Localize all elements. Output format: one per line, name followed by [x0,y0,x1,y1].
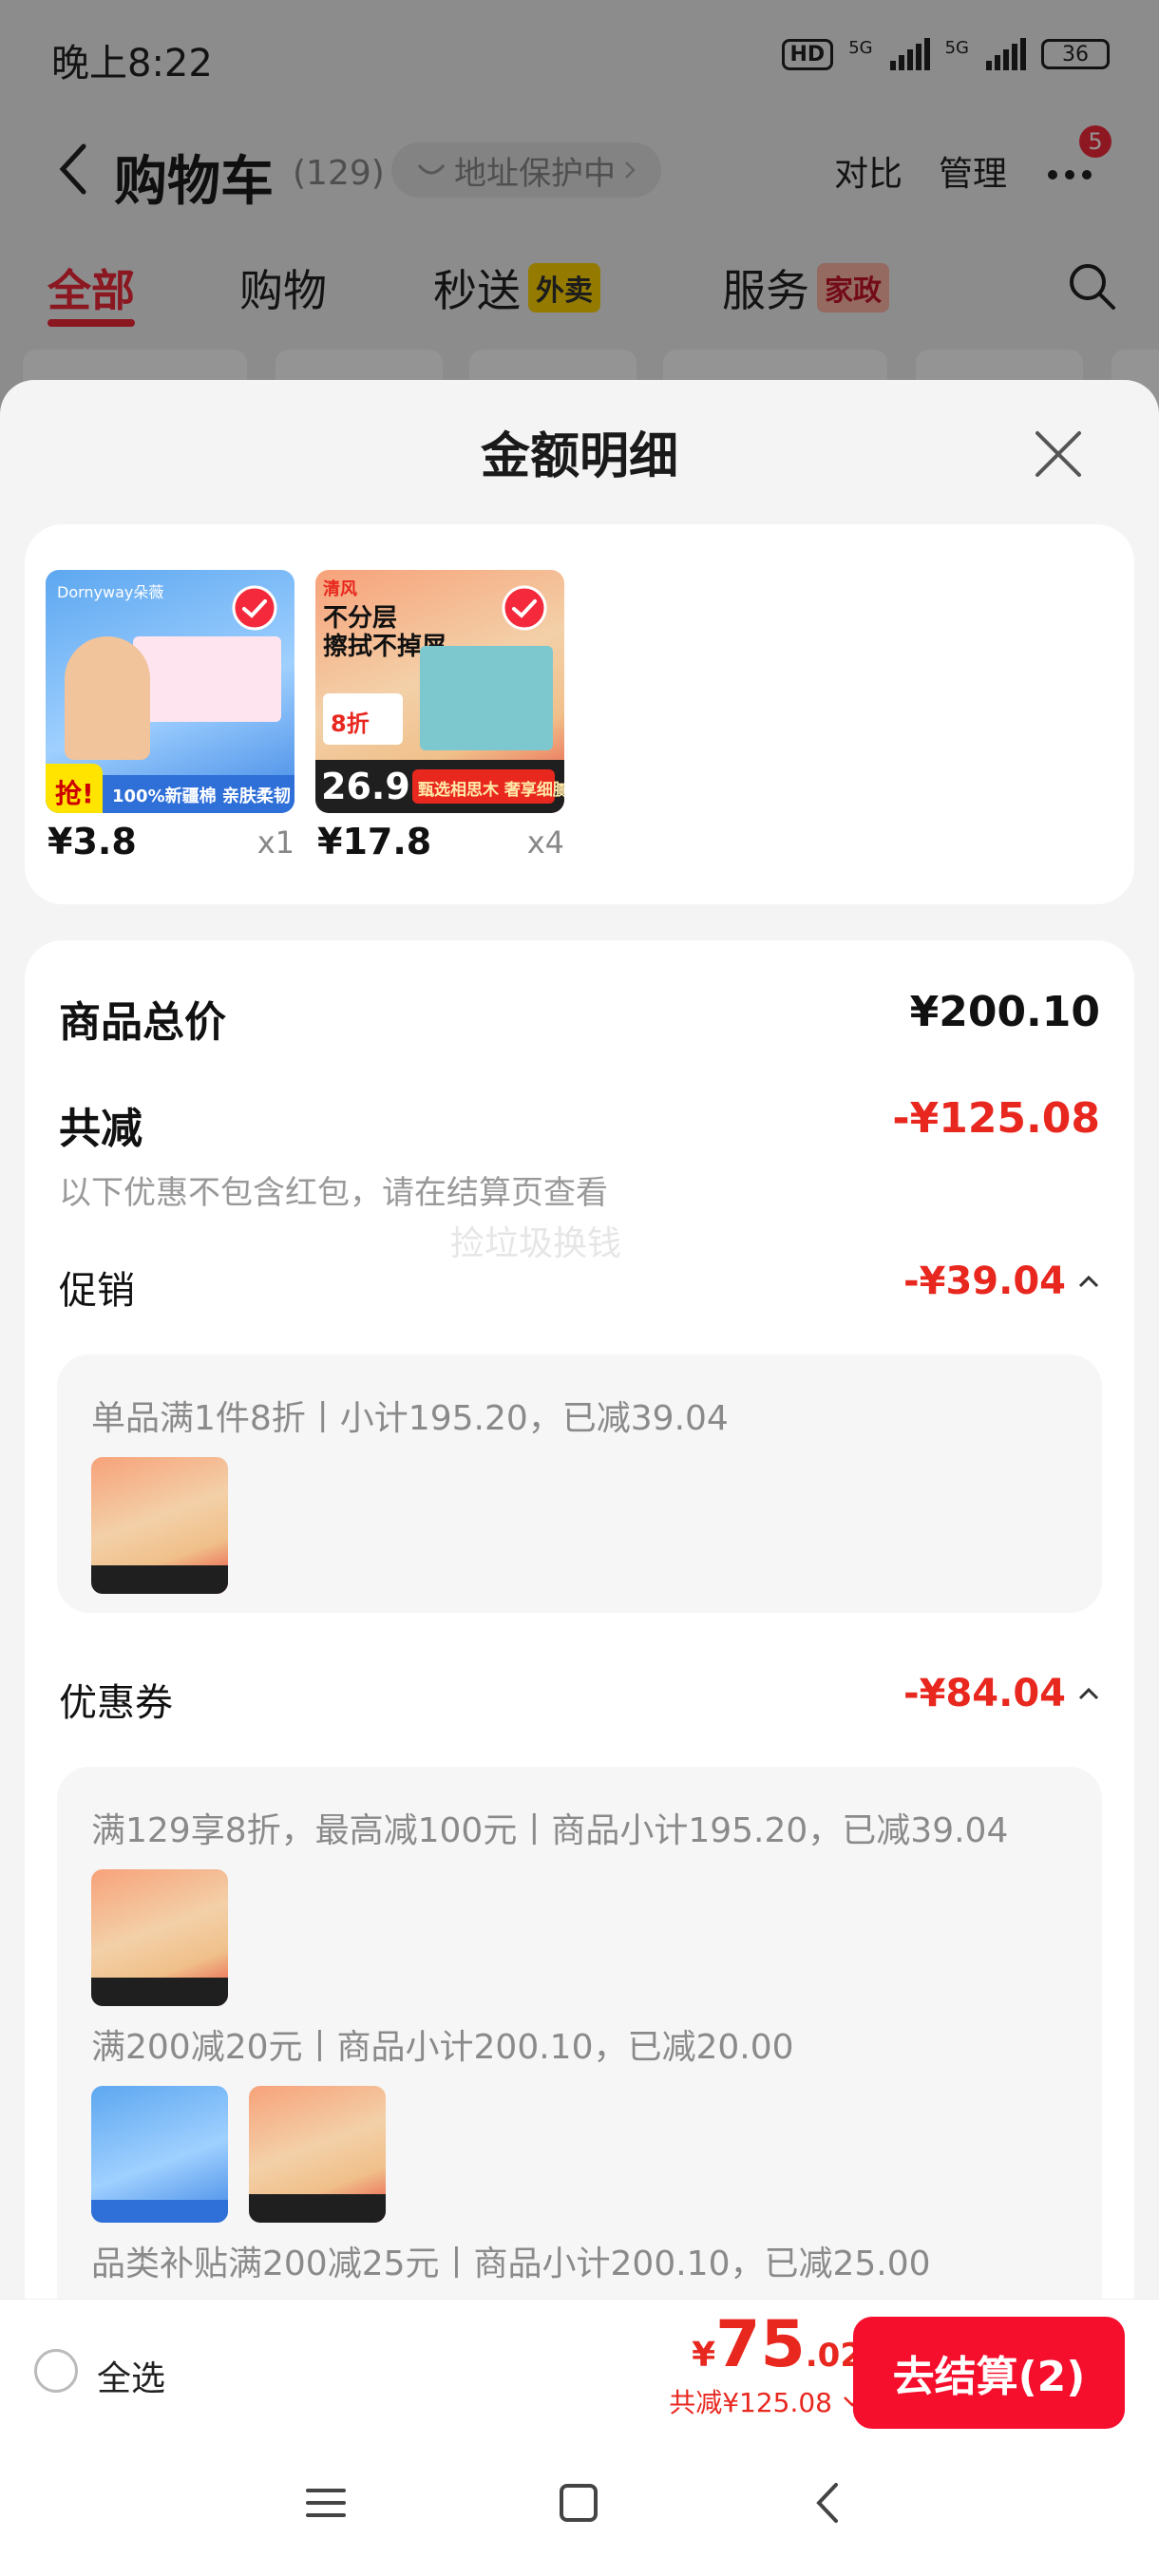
coupon-label: 优惠券 [59,1681,173,1725]
price-band: 26.9 甄选相思木 奢享细腻 [315,760,564,813]
product-item[interactable]: Dornyway朵薇 100%新疆棉 亲肤柔韧 抢! ¥3.8 x1 [46,570,294,862]
mini-price-band [91,1565,228,1594]
watermark: 捡垃圾换钱 [450,1224,622,1263]
chevron-up-icon [1078,1687,1099,1700]
checkout-total[interactable]: ¥75.02 共减¥125.08 [669,2307,863,2420]
grab-badge: 抢! [46,764,103,813]
checkout-bar: 全选 ¥75.02 共减¥125.08 去结算(2) [0,2299,1159,2441]
product-price: ¥17.8 [317,821,432,862]
sheet-title: 金额明细 [480,428,678,485]
select-all-radio[interactable] [34,2349,78,2393]
product-price: ¥3.8 [48,821,137,862]
coupon-rule-line: 满200减20元丨商品小计200.10，已减20.00 [91,2028,794,2067]
mini-slogan-band [91,2200,228,2223]
discount-label: 8折 [331,710,370,737]
checkout-button[interactable]: 去结算(2) [853,2317,1125,2429]
mini-price-band [91,1978,228,2006]
promo-band: 甄选相思木 奢享细腻 [412,769,564,804]
mini-price-band [249,2194,386,2223]
grab-badge-label: 抢! [55,778,94,809]
promotion-toggle[interactable]: -¥39.04 [903,1260,1100,1303]
total-reduction-value: -¥125.08 [892,1094,1100,1143]
reduction-summary[interactable]: 共减¥125.08 [669,2382,863,2420]
promotion-detail-box: 单品满1件8折丨小计195.20，已减39.04 [57,1354,1102,1613]
promo-band-label: 甄选相思木 奢享细腻 [418,781,564,800]
product-item[interactable]: 清风 不分层 擦拭不掉屑 8折 26.9 甄选相思木 奢享细腻 ¥17.8 x4 [315,570,564,862]
total-price-label: 商品总价 [59,998,226,1047]
amount-detail-sheet: 金额明细 Dornyway朵薇 100%新疆棉 亲肤柔韧 抢! ¥3.8 x1 … [0,380,1159,2301]
total-amount: ¥75.02 [669,2307,863,2382]
total-currency: ¥ [692,2336,716,2375]
close-icon[interactable] [1032,427,1085,481]
product-quantity: x1 [256,824,294,861]
mini-product-image-tissue [91,1457,228,1594]
home-icon[interactable] [555,2479,602,2527]
product-box-graphic [133,636,281,722]
mini-product-image-tissue [91,1869,228,2006]
price-tag: 26.9 [321,766,410,807]
coupon-value: -¥84.04 [903,1672,1066,1715]
total-reduction-label: 共减 [59,1105,142,1153]
selected-check-icon[interactable] [502,585,547,631]
select-all-label[interactable]: 全选 [97,2351,165,2400]
coupon-rule-line: 品类补贴满200减25元丨商品小计200.10，已减25.00 [91,2245,931,2283]
total-integer: 75 [715,2307,806,2382]
coupon-toggle[interactable]: -¥84.04 [903,1672,1100,1715]
selected-check-icon[interactable] [232,585,277,631]
menu-icon[interactable] [302,2479,350,2527]
mini-product-image-tissue [249,2086,386,2223]
person-graphic [65,636,150,760]
tissue-packs-graphic [420,646,553,750]
total-price-value: ¥200.10 [909,988,1100,1036]
system-navigation-bar [0,2441,1159,2576]
back-icon[interactable] [806,2479,853,2527]
product-brand: 清风 [323,579,357,599]
product-quantity: x4 [526,824,564,861]
product-slogan: 100%新疆棉 亲肤柔韧 [112,786,291,806]
selected-products-card: Dornyway朵薇 100%新疆棉 亲肤柔韧 抢! ¥3.8 x1 清风 不分… [25,524,1134,904]
promotion-value: -¥39.04 [903,1260,1066,1303]
promotion-rule-line: 单品满1件8折丨小计195.20，已减39.04 [91,1399,729,1438]
reduction-note: 以下优惠不包含红包，请在结算页查看 [59,1174,608,1212]
chevron-up-icon [1078,1275,1099,1288]
mini-product-image-cotton-towel [91,2086,228,2223]
coupon-detail-box: 满129享8折，最高减100元丨商品小计195.20，已减39.04 满200减… [57,1767,1102,2301]
promotion-label: 促销 [59,1269,135,1313]
coupon-rule-line: 满129享8折，最高减100元丨商品小计195.20，已减39.04 [91,1811,1009,1850]
discount-graphic: 8折 [323,693,403,745]
product-image-tissue: 清风 不分层 擦拭不掉屑 8折 26.9 甄选相思木 奢享细腻 [315,570,564,813]
product-brand: Dornyway朵薇 [57,583,164,601]
product-image-cotton-towel: Dornyway朵薇 100%新疆棉 亲肤柔韧 抢! [46,570,294,813]
amount-breakdown-card: 商品总价 ¥200.10 共减 -¥125.08 以下优惠不包含红包，请在结算页… [25,940,1134,2301]
reduction-summary-label: 共减¥125.08 [669,2387,832,2418]
